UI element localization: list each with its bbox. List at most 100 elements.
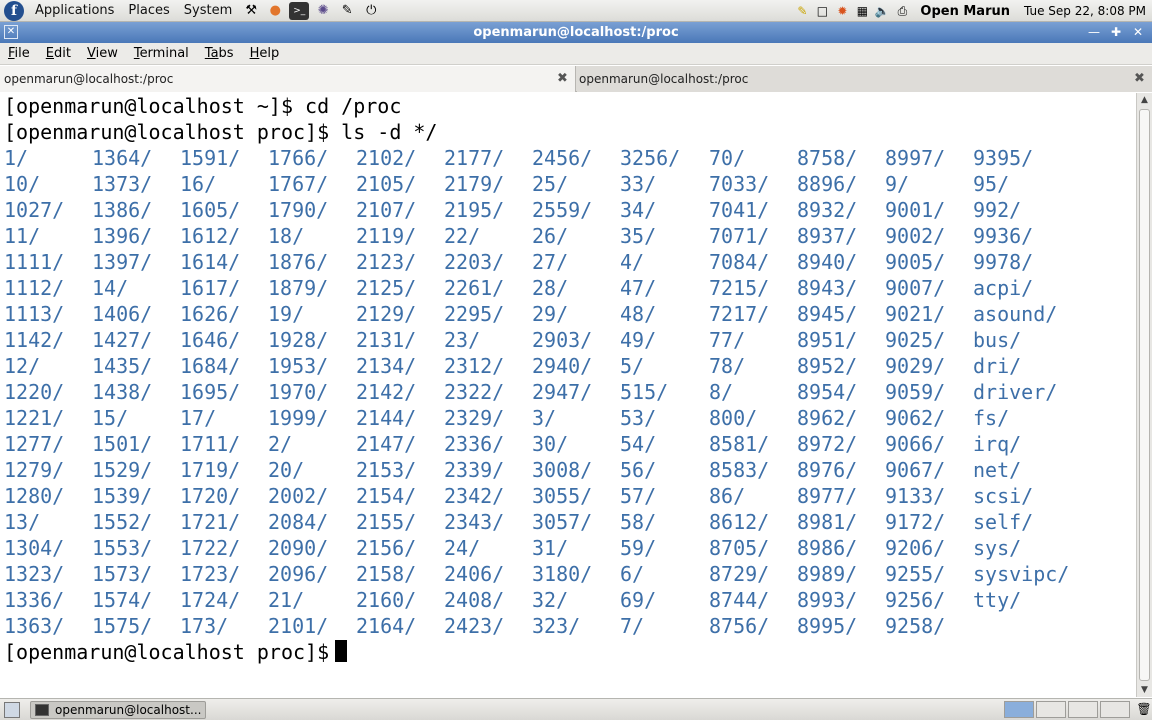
window-list-icon[interactable]: □ <box>813 2 831 20</box>
system-menu[interactable]: System <box>177 0 239 22</box>
directory-entry: 1277/ <box>4 432 65 456</box>
directory-entry: 1529/ <box>92 458 153 482</box>
directory-entry: 77/ <box>709 328 746 352</box>
directory-entry: 1220/ <box>4 380 65 404</box>
clock[interactable]: Tue Sep 22, 8:08 PM <box>1020 4 1152 18</box>
menu-tabs[interactable]: Tabs <box>197 46 242 61</box>
directory-entry: acpi/ <box>973 276 1034 300</box>
window-titlebar[interactable]: ✕ openmarun@localhost:/proc — ✚ ✕ <box>0 22 1152 43</box>
tab-2[interactable]: openmarun@localhost:/proc ✖ <box>577 66 1152 92</box>
user-name[interactable]: Open Marun <box>912 4 1020 19</box>
terminal-launcher-icon[interactable]: >_ <box>289 1 310 20</box>
window-menu-icon[interactable]: ✕ <box>4 25 18 39</box>
taskbar-terminal-button[interactable]: openmarun@localhost... <box>30 700 206 719</box>
workspace-3[interactable] <box>1068 701 1098 718</box>
menu-help[interactable]: Help <box>242 46 288 61</box>
directory-entry: 1553/ <box>92 536 153 560</box>
directory-entry: 5/ <box>620 354 645 378</box>
directory-entry: 2156/ <box>356 536 417 560</box>
update-icon[interactable]: ✹ <box>833 2 851 20</box>
directory-entry: 1723/ <box>180 562 241 586</box>
directory-entry: 2/ <box>268 432 293 456</box>
terminal-output[interactable]: [openmarun@localhost ~]$ cd /proc [openm… <box>0 93 1136 697</box>
menu-file[interactable]: File <box>0 46 38 61</box>
directory-entry: 70/ <box>709 146 746 170</box>
directory-entry: 9067/ <box>885 458 946 482</box>
trash-icon[interactable]: 🗑 <box>1136 701 1152 717</box>
directory-entry: 2123/ <box>356 250 417 274</box>
directory-entry: sys/ <box>973 536 1022 560</box>
workspace-2[interactable] <box>1036 701 1066 718</box>
directory-entry: 22/ <box>444 224 481 248</box>
panel-tray: ✎ □ ✹ ▦ 🔈 ⎙ Open Marun Tue Sep 22, 8:08 … <box>792 0 1152 22</box>
prompt-line[interactable]: [openmarun@localhost proc]$ <box>4 639 348 665</box>
terminal-scrollbar[interactable]: ▲ ▼ <box>1136 93 1152 697</box>
places-menu[interactable]: Places <box>121 0 176 22</box>
directory-entry: 2160/ <box>356 588 417 612</box>
power-launcher-icon[interactable]: ⏻ <box>361 2 381 20</box>
close-icon[interactable]: ✕ <box>1128 24 1148 40</box>
directory-entry: 1027/ <box>4 198 65 222</box>
directory-entry: 2131/ <box>356 328 417 352</box>
directory-entry: 2559/ <box>532 198 593 222</box>
directory-entry: 8758/ <box>797 146 858 170</box>
volume-icon[interactable]: 🔈 <box>873 2 891 20</box>
firefox-launcher-icon[interactable]: ● <box>265 2 285 20</box>
window-title: openmarun@localhost:/proc <box>473 25 679 40</box>
directory-entry: 1396/ <box>92 224 153 248</box>
workspace-1[interactable] <box>1004 701 1034 718</box>
directory-entry: 2084/ <box>268 510 329 534</box>
maximize-icon[interactable]: ✚ <box>1106 24 1126 40</box>
directory-entry: 1113/ <box>4 302 65 326</box>
directory-entry: 35/ <box>620 224 657 248</box>
scrollbar-thumb[interactable] <box>1139 109 1150 681</box>
directory-entry: 2144/ <box>356 406 417 430</box>
text-editor-launcher-icon[interactable]: ✎ <box>337 2 357 20</box>
show-desktop-icon[interactable] <box>4 701 20 718</box>
menu-view[interactable]: View <box>79 46 126 61</box>
applications-menu[interactable]: Applications <box>28 0 121 22</box>
printer-icon[interactable]: ⎙ <box>893 2 911 20</box>
directory-entry: 1111/ <box>4 250 65 274</box>
directory-entry: 8995/ <box>797 614 858 638</box>
minimize-icon[interactable]: — <box>1084 24 1104 40</box>
directory-entry: 86/ <box>709 484 746 508</box>
directory-entry: irq/ <box>973 432 1022 456</box>
directory-entry: 2134/ <box>356 354 417 378</box>
directory-entry: net/ <box>973 458 1022 482</box>
menubar: File Edit View Terminal Tabs Help <box>0 43 1152 65</box>
directory-entry: 2406/ <box>444 562 505 586</box>
gimp-launcher-icon[interactable]: ✺ <box>313 2 333 20</box>
directory-entry: 515/ <box>620 380 669 404</box>
tab-close-icon[interactable]: ✖ <box>1132 71 1147 86</box>
directory-entry: 32/ <box>532 588 569 612</box>
tab-1[interactable]: openmarun@localhost:/proc ✖ <box>0 66 576 92</box>
network-icon[interactable]: ▦ <box>853 2 871 20</box>
directory-entry: 8962/ <box>797 406 858 430</box>
menu-terminal[interactable]: Terminal <box>126 46 197 61</box>
directory-entry: 1605/ <box>180 198 241 222</box>
directory-entry: 1336/ <box>4 588 65 612</box>
scroll-up-icon[interactable]: ▲ <box>1137 93 1152 107</box>
directory-entry: 10/ <box>4 172 41 196</box>
directory-entry: 13/ <box>4 510 41 534</box>
directory-entry: 1/ <box>4 146 29 170</box>
workspace-4[interactable] <box>1100 701 1130 718</box>
directory-entry: 3055/ <box>532 484 593 508</box>
directory-entry: 9206/ <box>885 536 946 560</box>
tools-launcher-icon[interactable]: ⚒ <box>241 2 261 20</box>
directory-entry: 53/ <box>620 406 657 430</box>
directory-entry: 19/ <box>268 302 305 326</box>
directory-entry: 28/ <box>532 276 569 300</box>
directory-entry: 1646/ <box>180 328 241 352</box>
notes-icon[interactable]: ✎ <box>793 2 811 20</box>
tab-close-icon[interactable]: ✖ <box>555 71 570 86</box>
workspace-switcher: 🗑 <box>1002 701 1152 718</box>
menu-edit[interactable]: Edit <box>38 46 79 61</box>
fedora-logo-icon[interactable]: f <box>4 0 24 21</box>
directory-entry: 2153/ <box>356 458 417 482</box>
directory-entry: 8986/ <box>797 536 858 560</box>
directory-entry: 1373/ <box>92 172 153 196</box>
scroll-down-icon[interactable]: ▼ <box>1137 683 1152 697</box>
directory-entry: 9395/ <box>973 146 1034 170</box>
